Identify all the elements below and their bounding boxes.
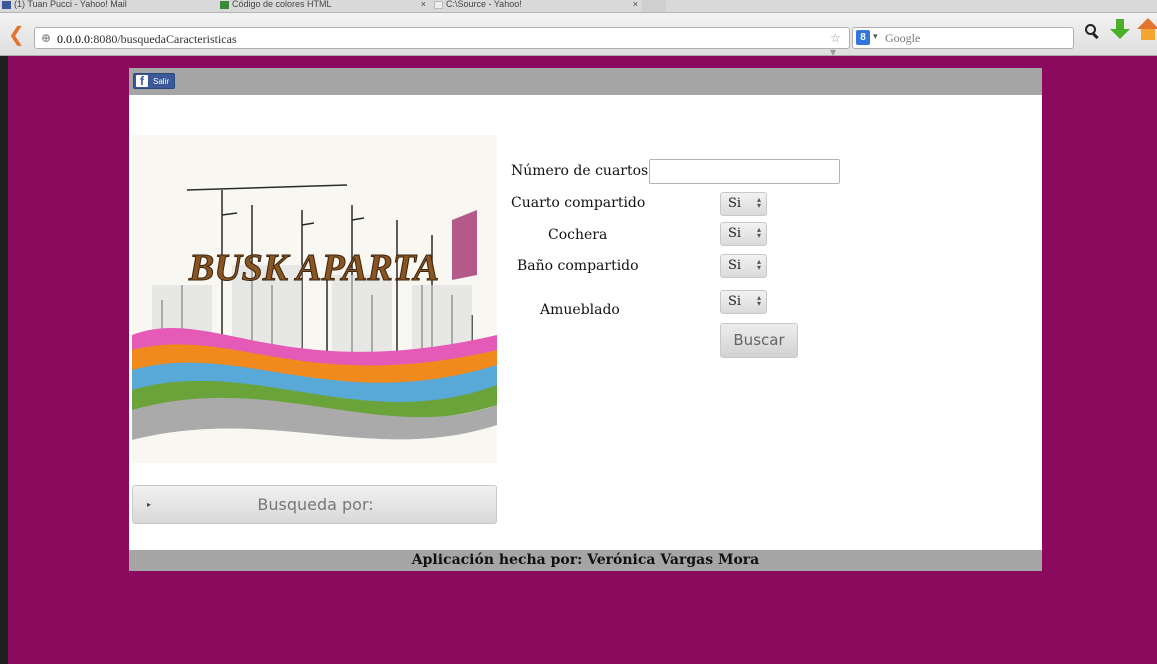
garage-select[interactable]: Si ▴ ▾ xyxy=(720,222,767,246)
updown-arrows-icon: ▴ ▾ xyxy=(756,257,761,272)
search-by-label: Busqueda por: xyxy=(257,495,374,514)
shared-bath-label: Baño compartido xyxy=(517,258,639,274)
tab-favicon-icon xyxy=(434,1,443,9)
page-footer: Aplicación hecha por: Verónica Vargas Mo… xyxy=(129,550,1042,571)
num-rooms-input[interactable] xyxy=(649,159,840,184)
window-edge xyxy=(0,56,8,664)
garage-value: Si xyxy=(728,226,742,241)
search-engine-icon[interactable]: 8 xyxy=(856,30,870,45)
shared-bath-value: Si xyxy=(728,258,742,273)
search-placeholder: Google xyxy=(885,31,921,45)
url-text: 0.0.0.0:8080/busquedaCaracteristicas xyxy=(57,32,237,46)
browser-tab[interactable]: Código de colores HTML × xyxy=(218,0,428,12)
furnished-label: Amueblado xyxy=(540,302,620,318)
tab-favicon-icon xyxy=(220,1,229,9)
search-icon[interactable] xyxy=(1085,24,1096,35)
new-tab-button[interactable] xyxy=(642,0,666,12)
tab-label: Código de colores HTML xyxy=(232,0,332,9)
download-icon[interactable] xyxy=(1110,19,1130,43)
shared-room-select[interactable]: Si ▴ ▾ xyxy=(720,192,767,216)
updown-arrows-icon: ▴ ▾ xyxy=(756,225,761,240)
facebook-logout-button[interactable]: f Salir xyxy=(133,73,175,89)
globe-icon: ⊕ xyxy=(41,31,52,45)
shared-bath-select[interactable]: Si ▴ ▾ xyxy=(720,254,767,278)
browser-tab-strip: (1) Tuan Pucci - Yahoo! Mail Código de c… xyxy=(0,0,1157,13)
browser-tab[interactable]: C:\Source - Yahoo! × xyxy=(432,0,640,12)
browser-search-box[interactable]: 8 ▾ Google xyxy=(852,27,1074,49)
garage-label: Cochera xyxy=(548,227,608,243)
home-icon[interactable] xyxy=(1137,18,1157,42)
url-bar[interactable]: ⊕ 0.0.0.0:8080/busquedaCaracteristicas ☆… xyxy=(34,27,872,59)
search-button[interactable]: Buscar xyxy=(720,323,798,358)
back-arrow-icon[interactable]: ❮ xyxy=(8,24,28,44)
bookmark-star-icon[interactable]: ☆ ▾ xyxy=(830,31,849,59)
busk-aparta-logo: BUSK APARTA xyxy=(132,135,497,463)
tab-label: (1) Tuan Pucci - Yahoo! Mail xyxy=(14,0,127,9)
shared-room-label: Cuarto compartido xyxy=(511,195,646,211)
updown-arrows-icon: ▴ ▾ xyxy=(756,293,761,308)
tab-label: C:\Source - Yahoo! xyxy=(446,0,522,9)
facebook-icon: f xyxy=(136,75,148,88)
page-header-bar: f Salir xyxy=(129,68,1042,95)
tab-favicon-icon xyxy=(2,1,11,9)
tab-close-icon[interactable]: × xyxy=(633,0,638,9)
browser-nav-bar: ❮ ⊕ 0.0.0.0:8080/busquedaCaracteristicas… xyxy=(0,13,1157,59)
chevron-down-icon[interactable]: ▾ xyxy=(873,32,878,42)
furnished-value: Si xyxy=(728,294,742,309)
logout-label: Salir xyxy=(153,77,170,86)
browser-tab[interactable]: (1) Tuan Pucci - Yahoo! Mail xyxy=(0,0,215,12)
logo-text: BUSK APARTA xyxy=(188,247,439,289)
furnished-select[interactable]: Si ▴ ▾ xyxy=(720,290,767,314)
num-rooms-label: Número de cuartos xyxy=(511,163,649,179)
search-by-accordion[interactable]: ▸ Busqueda por: xyxy=(132,485,497,524)
shared-room-value: Si xyxy=(728,196,742,211)
updown-arrows-icon: ▴ ▾ xyxy=(756,195,761,210)
tab-close-icon[interactable]: × xyxy=(421,0,426,9)
